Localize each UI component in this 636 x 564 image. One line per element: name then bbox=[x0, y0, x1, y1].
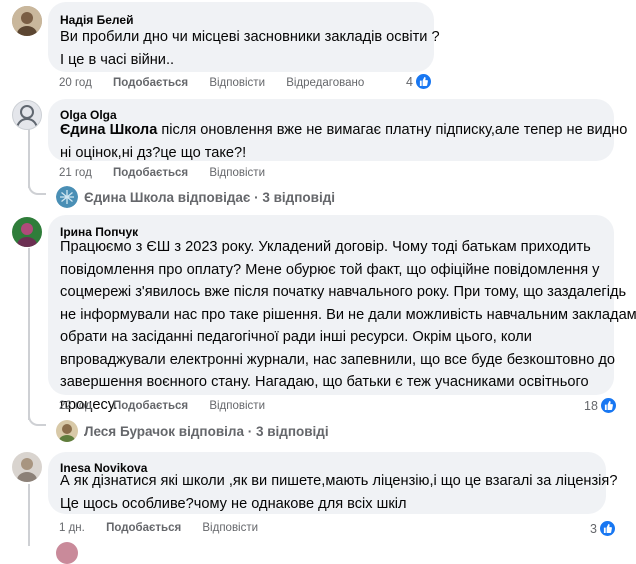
comment-time[interactable]: 21 год bbox=[59, 167, 92, 179]
default-avatar-icon[interactable] bbox=[12, 100, 42, 130]
like-button[interactable]: Подобається bbox=[113, 77, 188, 89]
comment-bubble: Olga Olga Єдина Школа після оновлення вж… bbox=[48, 99, 627, 161]
comment-bubble: Надія Белей Ви пробили дно чи місцеві за… bbox=[48, 2, 440, 72]
comment-time[interactable]: 20 год bbox=[59, 77, 92, 89]
view-replies-link[interactable]: Леся Бурачок відповіла · 3 відповіді bbox=[56, 420, 329, 442]
comment-actions: 21 год Подобається Відповісти bbox=[59, 167, 283, 179]
comment-actions: 22 год Подобається Відповісти bbox=[59, 400, 283, 412]
like-icon bbox=[415, 74, 431, 89]
reply-button[interactable]: Відповісти bbox=[209, 400, 265, 412]
mention-link[interactable]: Єдина Школа bbox=[60, 122, 157, 138]
thread-line bbox=[28, 248, 30, 420]
thread-curve bbox=[28, 183, 46, 195]
edited-label: Відредаговано bbox=[286, 77, 365, 89]
comment-time[interactable]: 22 год bbox=[59, 400, 92, 412]
like-button[interactable]: Подобається bbox=[106, 522, 181, 534]
comment-text: Працюємо з ЄШ з 2023 року. Укладений дог… bbox=[60, 239, 636, 413]
like-icon bbox=[599, 521, 615, 536]
avatar[interactable] bbox=[56, 542, 78, 564]
comment-bubble: Ірина Попчук Працюємо з ЄШ з 2023 року. … bbox=[48, 215, 636, 413]
like-button[interactable]: Подобається bbox=[113, 400, 188, 412]
comment-time[interactable]: 1 дн. bbox=[59, 522, 85, 534]
avatar bbox=[56, 420, 78, 442]
comment-text: Єдина Школа після оновлення вже не вимаг… bbox=[60, 122, 628, 161]
reply-button[interactable]: Відповісти bbox=[209, 77, 265, 89]
thread-curve bbox=[28, 414, 46, 426]
avatar[interactable] bbox=[12, 6, 42, 36]
view-replies-link[interactable]: Єдина Школа відповідає · 3 відповіді bbox=[56, 186, 335, 208]
like-button[interactable]: Подобається bbox=[113, 167, 188, 179]
comment-actions: 20 год Подобається Відповісти Відредагов… bbox=[59, 77, 382, 89]
reaction-count[interactable]: 18 bbox=[584, 398, 616, 413]
comment-text: А як дізнатися які школи ,як ви пишете,м… bbox=[60, 473, 618, 512]
reply-button[interactable]: Відповісти bbox=[202, 522, 258, 534]
reaction-count[interactable]: 3 bbox=[590, 521, 615, 536]
avatar[interactable] bbox=[12, 217, 42, 247]
avatar[interactable] bbox=[12, 452, 42, 482]
comment-actions: 1 дн. Подобається Відповісти bbox=[59, 522, 276, 534]
avatar bbox=[56, 186, 78, 208]
comment-bubble: Inesa Novikova А як дізнатися які школи … bbox=[48, 452, 617, 514]
thread-line bbox=[28, 484, 30, 546]
like-icon bbox=[600, 398, 616, 413]
comment-text: Ви пробили дно чи місцеві засновники зак… bbox=[60, 29, 440, 68]
reaction-count[interactable]: 4 bbox=[406, 74, 431, 89]
comment-author[interactable]: Надія Белей bbox=[60, 13, 133, 27]
reply-button[interactable]: Відповісти bbox=[209, 167, 265, 179]
thread-line bbox=[28, 126, 30, 188]
